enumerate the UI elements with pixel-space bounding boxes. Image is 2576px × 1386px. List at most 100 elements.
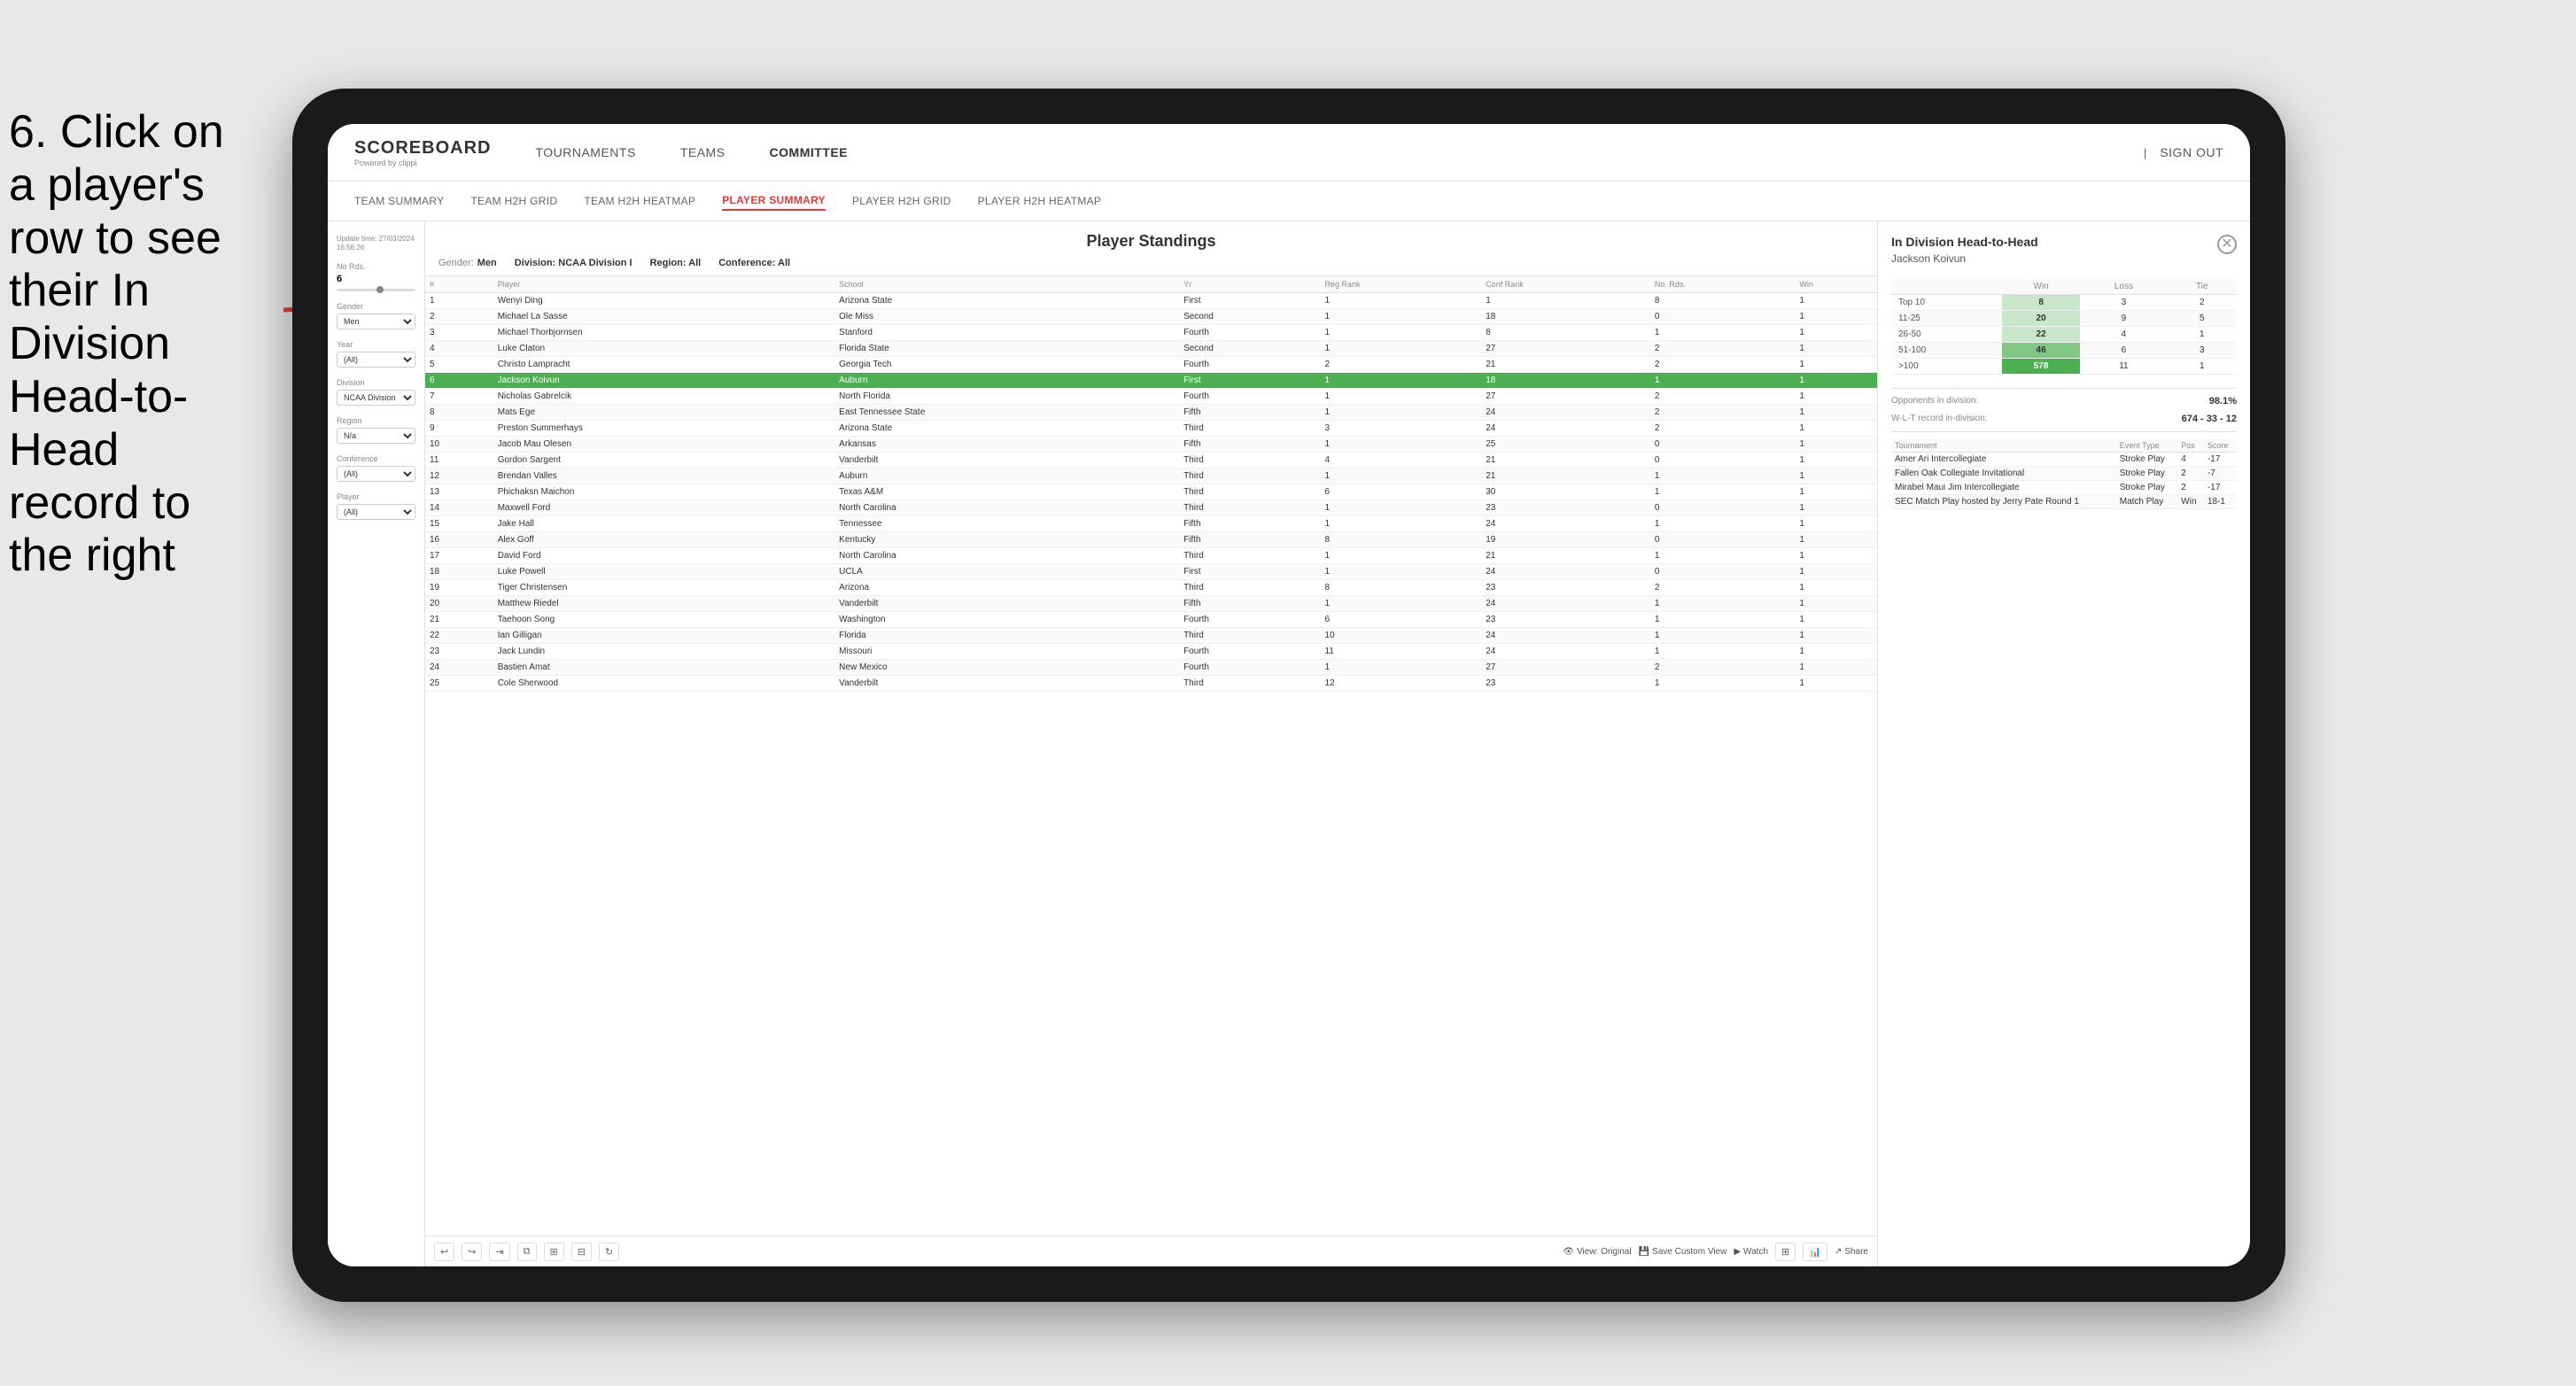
sub-nav-player-h2h-heatmap[interactable]: PLAYER H2H HEATMAP <box>978 192 1102 210</box>
filter-division-select[interactable]: NCAA Division I <box>337 390 415 406</box>
paste-btn[interactable]: ⊞ <box>544 1243 564 1261</box>
table-row[interactable]: 16 Alex Goff Kentucky Fifth 8 19 0 1 <box>425 532 1877 548</box>
h2h-close-btn[interactable]: ✕ <box>2217 235 2237 254</box>
table-row[interactable]: 20 Matthew Riedel Vanderbilt Fifth 1 24 … <box>425 596 1877 612</box>
cell-school: New Mexico <box>834 660 1179 676</box>
filter-gender-select[interactable]: Men <box>337 314 415 329</box>
table-row[interactable]: 13 Phichaksn Maichon Texas A&M Third 6 3… <box>425 484 1877 500</box>
cell-conf: 25 <box>1481 437 1650 453</box>
cell-win: 1 <box>1795 453 1877 468</box>
cell-win: 1 <box>1795 421 1877 437</box>
cell-rds: 0 <box>1650 500 1795 516</box>
cell-player: Michael La Sasse <box>493 309 834 325</box>
table-row[interactable]: 25 Cole Sherwood Vanderbilt Third 12 23 … <box>425 676 1877 692</box>
table-row[interactable]: 8 Mats Ege East Tennessee State Fifth 1 … <box>425 405 1877 421</box>
h2h-loss: 9 <box>2080 311 2167 327</box>
sub-nav-team-h2h-heatmap[interactable]: TEAM H2H HEATMAP <box>584 192 695 210</box>
filter-year: Year (All) <box>337 340 415 368</box>
cell-rds: 2 <box>1650 405 1795 421</box>
table-row[interactable]: 2 Michael La Sasse Ole Miss Second 1 18 … <box>425 309 1877 325</box>
h2h-tie: 2 <box>2168 295 2237 311</box>
table-row[interactable]: 17 David Ford North Carolina Third 1 21 … <box>425 548 1877 564</box>
cell-reg: 1 <box>1321 468 1482 484</box>
table-row[interactable]: 18 Luke Powell UCLA First 1 24 0 1 <box>425 564 1877 580</box>
sign-out-button[interactable]: Sign out <box>2160 141 2223 164</box>
watch-btn[interactable]: ▶ Watch <box>1734 1247 1768 1257</box>
cell-player: Tiger Christensen <box>493 580 834 596</box>
view-original-btn[interactable]: 👁 View: Original <box>1563 1247 1631 1257</box>
table-row[interactable]: 7 Nicholas Gabrelcik North Florida Fourt… <box>425 389 1877 405</box>
filter-no-rds-label: No Rds. <box>337 262 415 271</box>
cell-player: David Ford <box>493 548 834 564</box>
cell-win: 1 <box>1795 564 1877 580</box>
cell-num: 5 <box>425 357 493 373</box>
table-row[interactable]: 9 Preston Summerhays Arizona State Third… <box>425 421 1877 437</box>
sub-nav-player-summary[interactable]: PLAYER SUMMARY <box>722 191 826 211</box>
table-row[interactable]: 12 Brendan Valles Auburn Third 1 21 1 1 <box>425 468 1877 484</box>
cell-reg: 1 <box>1321 596 1482 612</box>
cell-player: Phichaksn Maichon <box>493 484 834 500</box>
sub-nav-player-h2h-grid[interactable]: PLAYER H2H GRID <box>852 192 951 210</box>
standings-header: Player Standings Gender: Men Division: N… <box>425 221 1877 276</box>
h2h-rank-range: >100 <box>1891 359 2002 375</box>
sub-nav-team-summary[interactable]: TEAM SUMMARY <box>354 192 444 210</box>
table-row[interactable]: 1 Wenyi Ding Arizona State First 1 1 8 1 <box>425 293 1877 309</box>
cell-reg: 1 <box>1321 389 1482 405</box>
cell-num: 21 <box>425 612 493 628</box>
col-win: Win <box>1795 276 1877 293</box>
grid-btn[interactable]: ⊞ <box>1775 1243 1796 1261</box>
save-custom-btn[interactable]: 💾 Save Custom View <box>1639 1247 1727 1257</box>
cell-reg: 6 <box>1321 484 1482 500</box>
nav-committee[interactable]: COMMITTEE <box>770 141 849 164</box>
tournament-pos: Win <box>2177 495 2204 509</box>
table-row[interactable]: 10 Jacob Mau Olesen Arkansas Fifth 1 25 … <box>425 437 1877 453</box>
forward-btn[interactable]: ⇥ <box>489 1243 509 1261</box>
table-row[interactable]: 11 Gordon Sargent Vanderbilt Third 4 21 … <box>425 453 1877 468</box>
table-row[interactable]: 3 Michael Thorbjornsen Stanford Fourth 1… <box>425 325 1877 341</box>
filter-year-select[interactable]: (All) <box>337 352 415 368</box>
cell-conf: 23 <box>1481 580 1650 596</box>
tournament-row: Amer Ari Intercollegiate Stroke Play 4 -… <box>1891 453 2237 467</box>
cell-num: 18 <box>425 564 493 580</box>
col-reg-rank: Reg Rank <box>1321 276 1482 293</box>
cell-rds: 2 <box>1650 389 1795 405</box>
refresh-btn[interactable]: ↻ <box>599 1243 619 1261</box>
cell-school: North Carolina <box>834 500 1179 516</box>
table-row[interactable]: 22 Ian Gilligan Florida Third 10 24 1 1 <box>425 628 1877 644</box>
h2h-rank-range: 26-50 <box>1891 327 2002 343</box>
filter-player-select[interactable]: (All) <box>337 504 415 520</box>
nav-teams[interactable]: TEAMS <box>680 141 725 164</box>
table-row[interactable]: 15 Jake Hall Tennessee Fifth 1 24 1 1 <box>425 516 1877 532</box>
table-row[interactable]: 14 Maxwell Ford North Carolina Third 1 2… <box>425 500 1877 516</box>
table-row[interactable]: 21 Taehoon Song Washington Fourth 6 23 1… <box>425 612 1877 628</box>
nav-tournaments[interactable]: TOURNAMENTS <box>535 141 635 164</box>
filter-slider[interactable] <box>337 289 415 291</box>
table-row[interactable]: 19 Tiger Christensen Arizona Third 8 23 … <box>425 580 1877 596</box>
undo-btn[interactable]: ↩ <box>434 1243 454 1261</box>
cell-num: 3 <box>425 325 493 341</box>
sub-nav: TEAM SUMMARY TEAM H2H GRID TEAM H2H HEAT… <box>328 182 2250 221</box>
table-row[interactable]: 24 Bastien Amat New Mexico Fourth 1 27 2… <box>425 660 1877 676</box>
filter-btn[interactable]: ⊟ <box>571 1243 592 1261</box>
cell-reg: 12 <box>1321 676 1482 692</box>
table-row[interactable]: 5 Christo Lampracht Georgia Tech Fourth … <box>425 357 1877 373</box>
table-row[interactable]: 23 Jack Lundin Missouri Fourth 11 24 1 1 <box>425 644 1877 660</box>
table-row[interactable]: 4 Luke Claton Florida State Second 1 27 … <box>425 341 1877 357</box>
tournament-score: 18-1 <box>2204 495 2237 509</box>
cell-conf: 24 <box>1481 421 1650 437</box>
nav-right: | Sign out <box>2144 141 2223 164</box>
filter-gender-display: Gender: Men <box>438 258 497 268</box>
filter-region-select[interactable]: N/a <box>337 428 415 444</box>
table-row[interactable]: 6 Jackson Koivun Auburn First 1 18 1 1 <box>425 373 1877 389</box>
cell-player: Gordon Sargent <box>493 453 834 468</box>
h2h-divider-2 <box>1891 431 2237 432</box>
cell-yr: Third <box>1179 580 1320 596</box>
filter-conference-select[interactable]: (All) <box>337 466 415 482</box>
redo-btn[interactable]: ↪ <box>462 1243 482 1261</box>
cell-num: 17 <box>425 548 493 564</box>
cell-school: Texas A&M <box>834 484 1179 500</box>
sub-nav-team-h2h-grid[interactable]: TEAM H2H GRID <box>470 192 557 210</box>
chart-btn[interactable]: 📊 <box>1803 1243 1827 1261</box>
copy-btn[interactable]: ⧉ <box>517 1243 537 1261</box>
share-btn[interactable]: ↗ Share <box>1835 1247 1868 1257</box>
